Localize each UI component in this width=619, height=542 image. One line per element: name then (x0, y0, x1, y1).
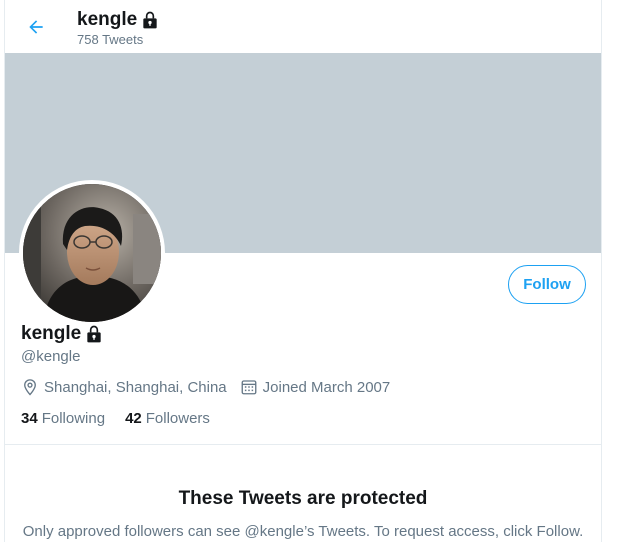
tweet-count: 758 Tweets (77, 32, 144, 47)
avatar-photo (23, 184, 161, 322)
lock-icon (140, 10, 160, 30)
back-button[interactable] (23, 14, 49, 40)
profile-stats: 34 Following 42 Followers (21, 410, 230, 427)
header-name: kengle (77, 9, 138, 30)
location-text: Shanghai, Shanghai, China (44, 378, 227, 396)
protected-text: Only approved followers can see @kengle’… (22, 523, 584, 540)
following-count: 34 (21, 410, 38, 427)
calendar-icon (241, 380, 257, 395)
lock-icon (84, 324, 104, 344)
profile-page: kengle 758 Tweets Follow kengle @kengle … (0, 0, 619, 542)
profile-name-row: kengle (21, 322, 104, 346)
following-label: Following (41, 410, 106, 427)
profile-handle: @kengle (21, 348, 81, 365)
following-link[interactable]: 34 Following (21, 410, 105, 427)
header-name-row: kengle (77, 8, 160, 32)
location-pin-icon (24, 379, 36, 396)
profile-name: kengle (21, 323, 82, 344)
followers-label: Followers (145, 410, 210, 427)
avatar[interactable] (19, 180, 165, 326)
followers-count: 42 (125, 410, 142, 427)
joined-text: Joined March 2007 (262, 378, 391, 396)
joined-item: Joined March 2007 (240, 378, 391, 396)
follow-button[interactable]: Follow (508, 265, 586, 304)
profile-meta: Shanghai, Shanghai, China Joined March 2… (21, 377, 403, 397)
protected-title: These Tweets are protected (178, 488, 428, 509)
divider (5, 444, 601, 445)
followers-link[interactable]: 42 Followers (125, 410, 210, 427)
arrow-left-icon (29, 20, 43, 34)
profile-column: kengle 758 Tweets Follow kengle @kengle … (4, 0, 602, 542)
top-bar: kengle 758 Tweets (5, 0, 601, 53)
location-item: Shanghai, Shanghai, China (21, 378, 227, 396)
